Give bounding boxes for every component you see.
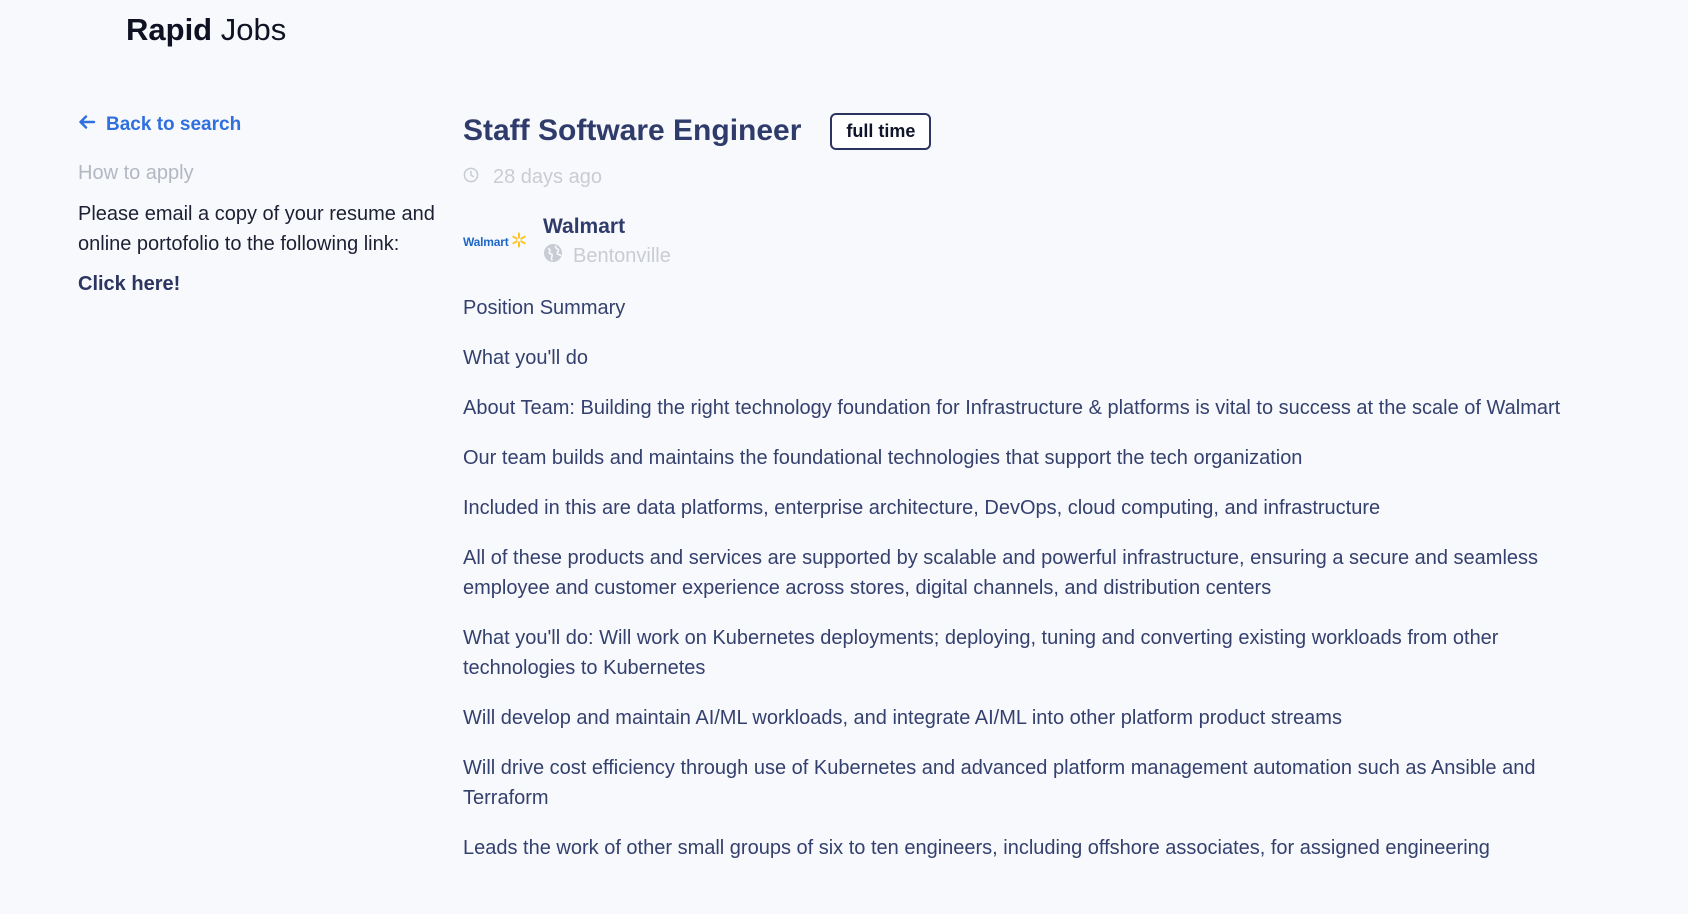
globe-icon — [543, 243, 563, 269]
company-info-row: Walmart Walmart Bentonville — [463, 215, 1563, 269]
job-detail: Staff Software Engineer full time 28 day… — [463, 110, 1563, 883]
description-paragraph: Position Summary — [463, 297, 626, 319]
spark-icon — [511, 232, 527, 253]
apply-sidebar: Back to search How to apply Please email… — [78, 110, 438, 296]
clock-icon — [463, 166, 479, 189]
site-logo[interactable]: Rapid Jobs — [126, 12, 286, 48]
how-to-apply-heading: How to apply — [78, 162, 194, 184]
description-paragraph: What you'll do — [463, 347, 588, 369]
company-location: Bentonville — [543, 243, 671, 269]
back-to-search-link[interactable]: Back to search — [78, 110, 438, 140]
job-title: Staff Software Engineer — [463, 114, 802, 147]
job-title-row: Staff Software Engineer full time — [463, 110, 1563, 152]
how-to-apply-text: Please email a copy of your resume and o… — [78, 203, 435, 255]
job-type-badge: full time — [830, 112, 932, 150]
description-paragraph: All of these products and services are s… — [463, 547, 1539, 599]
arrow-left-icon — [78, 113, 96, 137]
job-description: Position Summary What you'll do About Te… — [463, 293, 1563, 863]
brand-name-light: Jobs — [220, 12, 287, 47]
description-paragraph: About Team: Building the right technolog… — [463, 397, 1561, 419]
company-details: Walmart Bentonville — [543, 215, 671, 269]
description-paragraph: Our team builds and maintains the founda… — [463, 447, 1303, 469]
description-paragraph: Included in this are data platforms, ent… — [463, 497, 1381, 519]
company-location-text: Bentonville — [573, 244, 671, 267]
apply-link[interactable]: Click here! — [78, 273, 438, 296]
brand-name-bold: Rapid — [126, 12, 213, 47]
description-paragraph: Will drive cost efficiency through use o… — [463, 757, 1536, 809]
company-logo-text: Walmart — [463, 235, 509, 249]
posted-date: 28 days ago — [463, 166, 1563, 189]
company-name: Walmart — [543, 215, 626, 238]
description-paragraph: What you'll do: Will work on Kubernetes … — [463, 627, 1499, 679]
description-paragraph: Leads the work of other small groups of … — [463, 837, 1490, 859]
posted-date-text: 28 days ago — [493, 166, 602, 188]
back-to-search-label: Back to search — [106, 114, 242, 135]
company-logo: Walmart — [463, 227, 529, 257]
description-paragraph: Will develop and maintain AI/ML workload… — [463, 707, 1342, 729]
